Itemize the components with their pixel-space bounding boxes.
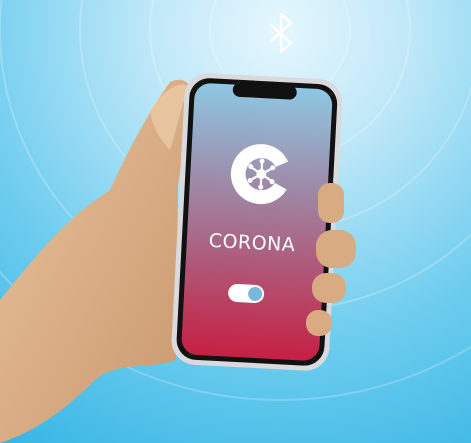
scene-graphic [0,0,471,443]
photo-scene: CORONA [0,0,471,443]
toggle-switch[interactable] [228,284,265,304]
